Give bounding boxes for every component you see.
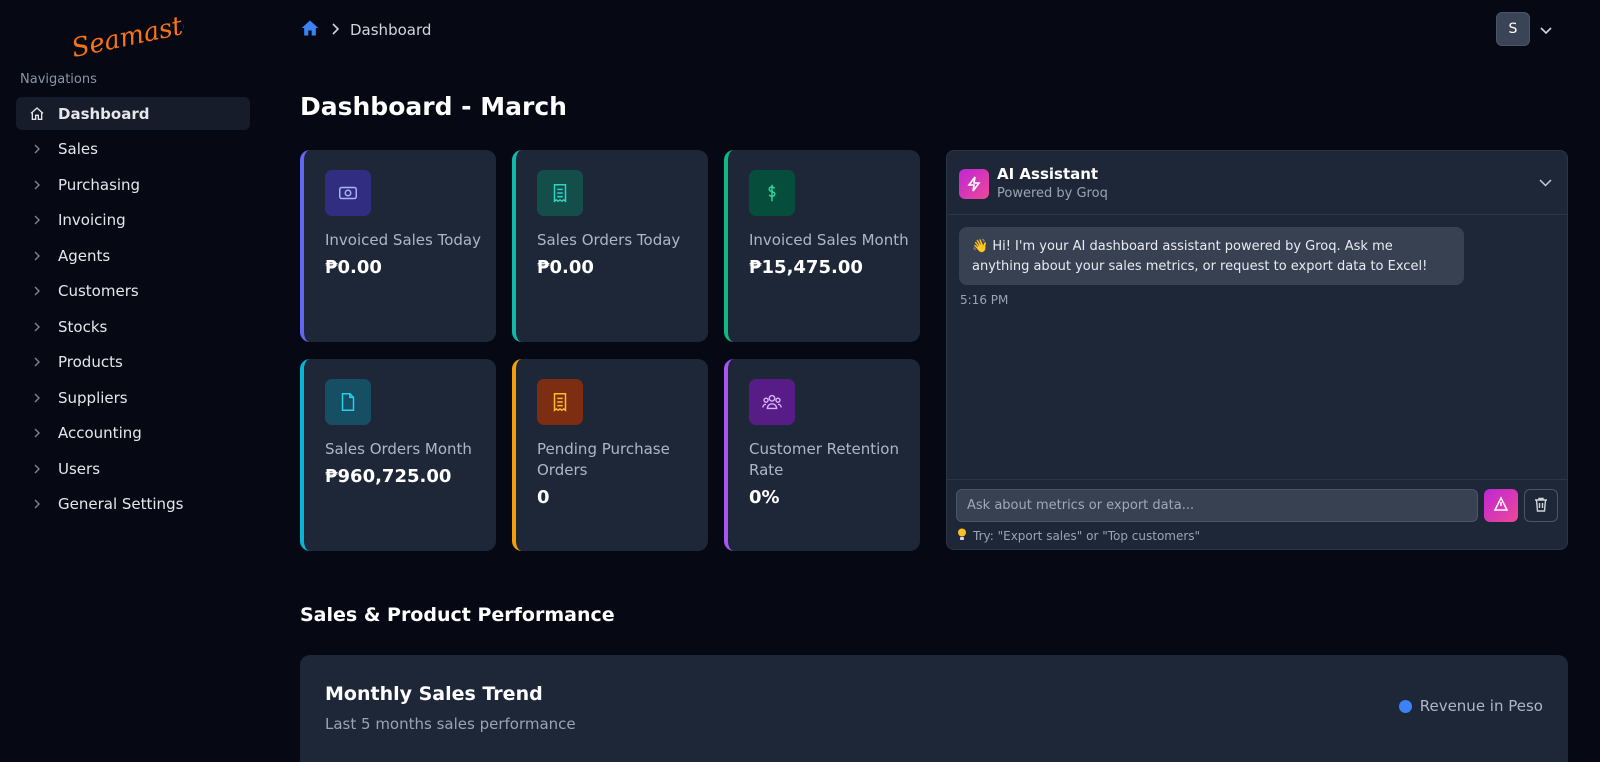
ai-assistant-title: AI Assistant [997, 165, 1099, 183]
sidebar: Seamaster Navigations Dashboard Sales Pu… [0, 0, 260, 762]
ai-tip-text: Try: "Export sales" or "Top customers" [973, 529, 1201, 543]
chevron-right-icon [28, 495, 46, 513]
sidebar-item-label: Invoicing [58, 211, 126, 229]
lightbulb-icon [957, 528, 967, 544]
page-title: Dashboard - March [300, 92, 567, 121]
sidebar-item-purchasing[interactable]: Purchasing [16, 168, 250, 201]
metric-value: ₱0.00 [325, 257, 382, 278]
ai-send-button[interactable] [1484, 489, 1518, 522]
app-root: Seamaster Navigations Dashboard Sales Pu… [0, 0, 1600, 762]
metric-card-customer-retention-rate: Customer Retention Rate 0% [724, 359, 920, 551]
sidebar-item-stocks[interactable]: Stocks [16, 310, 250, 343]
chevron-down-icon[interactable] [1535, 173, 1555, 193]
ai-assistant-subtitle: Powered by Groq [997, 186, 1108, 201]
metric-card-sales-orders-today: Sales Orders Today ₱0.00 [512, 150, 708, 342]
receipt-icon [537, 170, 583, 216]
dollar-icon [749, 170, 795, 216]
ai-tip: Try: "Export sales" or "Top customers" [957, 528, 1200, 544]
users-icon [749, 379, 795, 425]
chevron-right-icon [28, 353, 46, 371]
chart-subtitle: Last 5 months sales performance [325, 715, 576, 733]
user-menu[interactable]: S [1496, 12, 1552, 46]
ai-message-bubble: 👋 Hi! I'm your AI dashboard assistant po… [959, 227, 1464, 285]
sidebar-item-users[interactable]: Users [16, 452, 250, 485]
metric-card-pending-purchase-orders: Pending Purchase Orders 0 [512, 359, 708, 551]
home-icon [28, 105, 46, 123]
chevron-right-icon [330, 21, 340, 39]
sidebar-item-agents[interactable]: Agents [16, 239, 250, 272]
sidebar-item-label: Sales [58, 140, 98, 158]
chart-legend[interactable]: Revenue in Peso [1398, 697, 1543, 715]
sidebar-item-general-settings[interactable]: General Settings [16, 488, 250, 521]
ai-clear-button[interactable] [1524, 489, 1558, 522]
chevron-right-icon [28, 282, 46, 300]
chevron-right-icon [28, 140, 46, 158]
sidebar-item-label: Products [58, 353, 123, 371]
sidebar-item-dashboard[interactable]: Dashboard [16, 97, 250, 130]
sidebar-item-label: Dashboard [58, 104, 150, 123]
sidebar-item-label: Accounting [58, 424, 142, 442]
metric-label: Sales Orders Today [537, 231, 681, 249]
metric-card-sales-orders-month: Sales Orders Month ₱960,725.00 [300, 359, 496, 551]
breadcrumb: Dashboard [300, 18, 431, 42]
sidebar-item-label: Purchasing [58, 175, 141, 194]
chevron-right-icon [28, 211, 46, 229]
chevron-right-icon [28, 318, 46, 336]
sidebar-item-products[interactable]: Products [16, 346, 250, 379]
document-icon [325, 379, 371, 425]
metric-label: Invoiced Sales Today [325, 231, 481, 249]
metric-value: ₱0.00 [537, 257, 594, 278]
home-icon[interactable] [300, 18, 320, 42]
chevron-right-icon [28, 424, 46, 442]
metric-label: Pending Purchase Orders [537, 440, 670, 479]
lightning-icon [959, 169, 989, 199]
ai-message-time: 5:16 PM [960, 293, 1009, 307]
sidebar-item-label: General Settings [58, 495, 184, 513]
ai-input-area: Try: "Export sales" or "Top customers" [947, 479, 1567, 549]
ai-assistant-panel: AI Assistant Powered by Groq 👋 Hi! I'm y… [946, 150, 1568, 550]
chevron-right-icon [28, 176, 46, 194]
money-icon [325, 170, 371, 216]
svg-text:Seamaster: Seamaster [69, 8, 184, 60]
metric-card-invoiced-sales-month: Invoiced Sales Month ₱15,475.00 [724, 150, 920, 342]
nav-heading: Navigations [20, 72, 97, 87]
sidebar-item-suppliers[interactable]: Suppliers [16, 381, 250, 414]
sidebar-item-sales[interactable]: Sales [16, 133, 250, 166]
seamaster-logo[interactable]: Seamaster [66, 8, 184, 60]
sidebar-item-label: Agents [58, 246, 111, 265]
metric-label: Customer Retention Rate [749, 440, 899, 479]
breadcrumb-current: Dashboard [350, 21, 432, 39]
ai-assistant-header[interactable]: AI Assistant Powered by Groq [947, 151, 1567, 215]
section-title: Sales & Product Performance [300, 604, 615, 626]
send-icon [1493, 496, 1509, 515]
metric-value: ₱960,725.00 [325, 466, 452, 487]
ai-chat-input[interactable] [956, 489, 1478, 522]
chevron-right-icon [28, 389, 46, 407]
sidebar-item-label: Stocks [58, 317, 108, 336]
sidebar-item-invoicing[interactable]: Invoicing [16, 204, 250, 237]
chevron-down-icon[interactable] [1540, 20, 1552, 39]
receipt-icon [537, 379, 583, 425]
trash-icon [1534, 497, 1548, 515]
sidebar-item-label: Customers [58, 282, 139, 300]
metric-value: 0 [537, 487, 550, 508]
metric-value: ₱15,475.00 [749, 257, 863, 278]
legend-dot [1398, 699, 1412, 713]
chart-title: Monthly Sales Trend [325, 683, 543, 705]
chevron-right-icon [28, 247, 46, 265]
legend-label: Revenue in Peso [1419, 697, 1543, 715]
sidebar-item-customers[interactable]: Customers [16, 275, 250, 308]
metric-label: Invoiced Sales Month [749, 231, 909, 249]
metric-label: Sales Orders Month [325, 440, 472, 458]
avatar[interactable]: S [1496, 12, 1530, 46]
nav-list: Dashboard Sales Purchasing Invoicing Age… [16, 97, 250, 523]
monthly-sales-trend-card: Monthly Sales Trend Last 5 months sales … [300, 655, 1568, 762]
chevron-right-icon [28, 460, 46, 478]
metric-card-invoiced-sales-today: Invoiced Sales Today ₱0.00 [300, 150, 496, 342]
sidebar-item-label: Users [58, 459, 101, 478]
sidebar-item-accounting[interactable]: Accounting [16, 417, 250, 450]
metric-value: 0% [749, 487, 780, 508]
sidebar-item-label: Suppliers [58, 388, 128, 407]
